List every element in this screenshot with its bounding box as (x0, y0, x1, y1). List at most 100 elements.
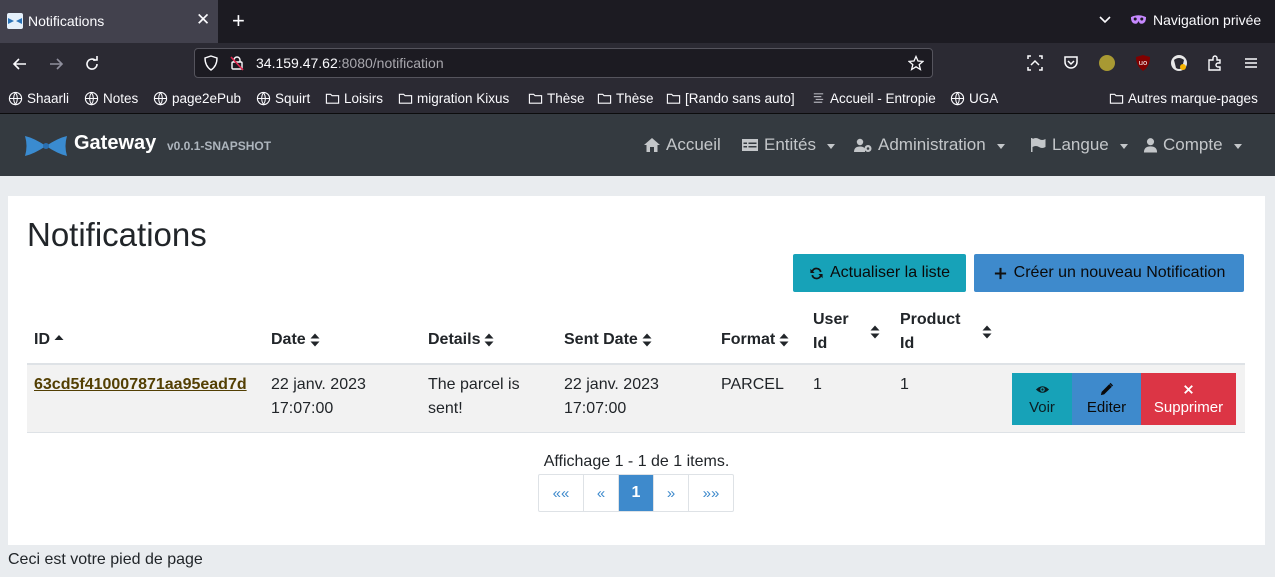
hamburger-menu-icon[interactable] (1242, 54, 1260, 72)
page-footer: Ceci est votre pied de page (8, 551, 203, 568)
bookmark-star-icon[interactable] (907, 54, 925, 71)
plus-icon (994, 267, 1006, 279)
column-header-date[interactable]: Date (271, 328, 320, 352)
bookmark-page2epub[interactable]: page2ePub (153, 91, 241, 106)
chevron-down-icon (1233, 143, 1242, 149)
private-mask-icon (1130, 15, 1147, 24)
gateway-bowtie-logo-icon[interactable] (24, 134, 68, 158)
globe-icon (950, 91, 965, 106)
forward-arrow-icon[interactable] (46, 54, 66, 74)
sync-icon (810, 267, 823, 279)
pocket-icon[interactable] (1062, 54, 1080, 72)
close-icon (1184, 385, 1193, 394)
bookmark-folder-loisirs[interactable]: Loisirs (325, 91, 383, 106)
bookmark-uga[interactable]: UGA (950, 91, 998, 106)
eye-icon (1035, 386, 1049, 393)
private-browsing-indicator: Navigation privée (1130, 12, 1261, 28)
bookmark-folder-migration[interactable]: migration Kixus (398, 91, 509, 106)
edit-button[interactable]: Editer (1072, 373, 1141, 425)
new-tab-button[interactable]: + (232, 9, 245, 33)
svg-text:uo: uo (1139, 59, 1148, 67)
private-browsing-label: Navigation privée (1153, 12, 1262, 28)
main-content-card: Notifications Actualiser la liste Créer … (8, 196, 1265, 545)
other-bookmarks-folder[interactable]: Autres marque-pages (1109, 91, 1258, 106)
folder-icon (597, 93, 612, 104)
folder-icon (528, 93, 543, 104)
globe-icon (84, 91, 99, 106)
screenshot-icon[interactable] (1026, 54, 1044, 72)
back-arrow-icon[interactable] (10, 54, 30, 74)
privacy-badger-icon[interactable] (1170, 54, 1188, 72)
entropie-icon (813, 93, 824, 103)
pagination-next[interactable]: » (654, 475, 689, 511)
chevron-down-icon (996, 143, 1005, 149)
extension-circle-icon[interactable] (1098, 54, 1116, 72)
folder-icon (1109, 93, 1124, 104)
brand-version: v0.0.1-SNAPSHOT (167, 139, 272, 153)
notification-id-link[interactable]: 63cd5f410007871aa95ead7d (34, 373, 247, 397)
user-icon (1143, 138, 1158, 153)
flag-icon (1031, 138, 1046, 152)
create-notification-button[interactable]: Créer un nouveau Notification (974, 254, 1244, 292)
insecure-lock-icon[interactable] (229, 55, 245, 71)
column-header-sent-date[interactable]: Sent Date (564, 328, 652, 352)
pagination-prev[interactable]: « (584, 475, 619, 511)
sort-icon[interactable] (982, 325, 992, 339)
page-title: Notifications (27, 216, 207, 253)
folder-icon (398, 93, 413, 104)
globe-icon (256, 91, 271, 106)
pagination-info: Affichage 1 - 1 de 1 items. (543, 453, 730, 470)
tab-close-icon[interactable]: ✕ (196, 10, 210, 30)
nav-language-dropdown[interactable]: Langue (1029, 135, 1128, 155)
tab-title: Notifications (28, 13, 105, 29)
users-cog-icon (854, 138, 872, 152)
folder-icon (325, 93, 340, 104)
gateway-favicon-icon (7, 13, 23, 29)
pagination: «« « 1 » »» (538, 474, 734, 512)
sort-icon (484, 333, 494, 347)
app-navbar: Gateway v0.0.1-SNAPSHOT Accueil Entités … (0, 114, 1275, 176)
column-header-format[interactable]: Format (721, 328, 789, 352)
folder-icon (666, 93, 681, 104)
nav-administration-dropdown[interactable]: Administration (853, 135, 1005, 155)
view-button[interactable]: Voir (1012, 373, 1072, 425)
brand-title[interactable]: Gateway (74, 132, 156, 155)
browser-tab-bar: Notifications ✕ + Navigation privée (0, 0, 1275, 43)
extensions-puzzle-icon[interactable] (1206, 54, 1224, 72)
bookmarks-toolbar: Shaarli Notes page2ePub Squirt Loisirs m… (0, 85, 1275, 114)
bookmark-squirt[interactable]: Squirt (256, 91, 310, 106)
pagination-last[interactable]: »» (689, 475, 733, 511)
column-header-user-id[interactable]: User Id (813, 308, 849, 356)
tab-list-chevron-icon[interactable] (1097, 11, 1113, 27)
sort-icon (779, 333, 789, 347)
browser-tab[interactable]: Notifications ✕ (0, 0, 218, 43)
pagination-page-1[interactable]: 1 (619, 475, 654, 511)
refresh-list-button[interactable]: Actualiser la liste (793, 254, 966, 292)
column-header-id[interactable]: ID (34, 328, 64, 352)
sort-icon[interactable] (870, 325, 880, 339)
bookmark-folder-rando[interactable]: [Rando sans auto] (666, 91, 795, 106)
cell-details: The parcel is sent! (428, 376, 520, 417)
cell-user-id: 1 (813, 376, 822, 393)
bookmark-folder-these-2[interactable]: Thèse (597, 91, 654, 106)
shield-icon[interactable] (203, 55, 219, 71)
nav-entities-dropdown[interactable]: Entités (741, 135, 835, 155)
home-icon (644, 138, 660, 152)
globe-icon (153, 91, 168, 106)
bookmark-folder-these-1[interactable]: Thèse (528, 91, 585, 106)
delete-button[interactable]: Supprimer (1141, 373, 1236, 425)
bookmark-notes[interactable]: Notes (84, 91, 138, 106)
pagination-first[interactable]: «« (539, 475, 584, 511)
bookmark-entropie[interactable]: Accueil - Entropie (811, 91, 936, 106)
reload-icon[interactable] (82, 54, 102, 74)
nav-account-dropdown[interactable]: Compte (1143, 135, 1242, 155)
column-header-details[interactable]: Details (428, 328, 494, 352)
cell-date: 22 janv. 2023 17:07:00 (271, 376, 366, 417)
nav-home[interactable]: Accueil (643, 135, 721, 155)
ublock-icon[interactable]: uo (1134, 54, 1152, 72)
pencil-icon (1100, 382, 1114, 396)
bookmark-shaarli[interactable]: Shaarli (8, 91, 69, 106)
address-bar[interactable]: 34.159.47.62:8080/notification (194, 48, 933, 78)
column-header-product-id[interactable]: Product Id (900, 308, 960, 356)
chevron-down-icon (1119, 143, 1128, 149)
